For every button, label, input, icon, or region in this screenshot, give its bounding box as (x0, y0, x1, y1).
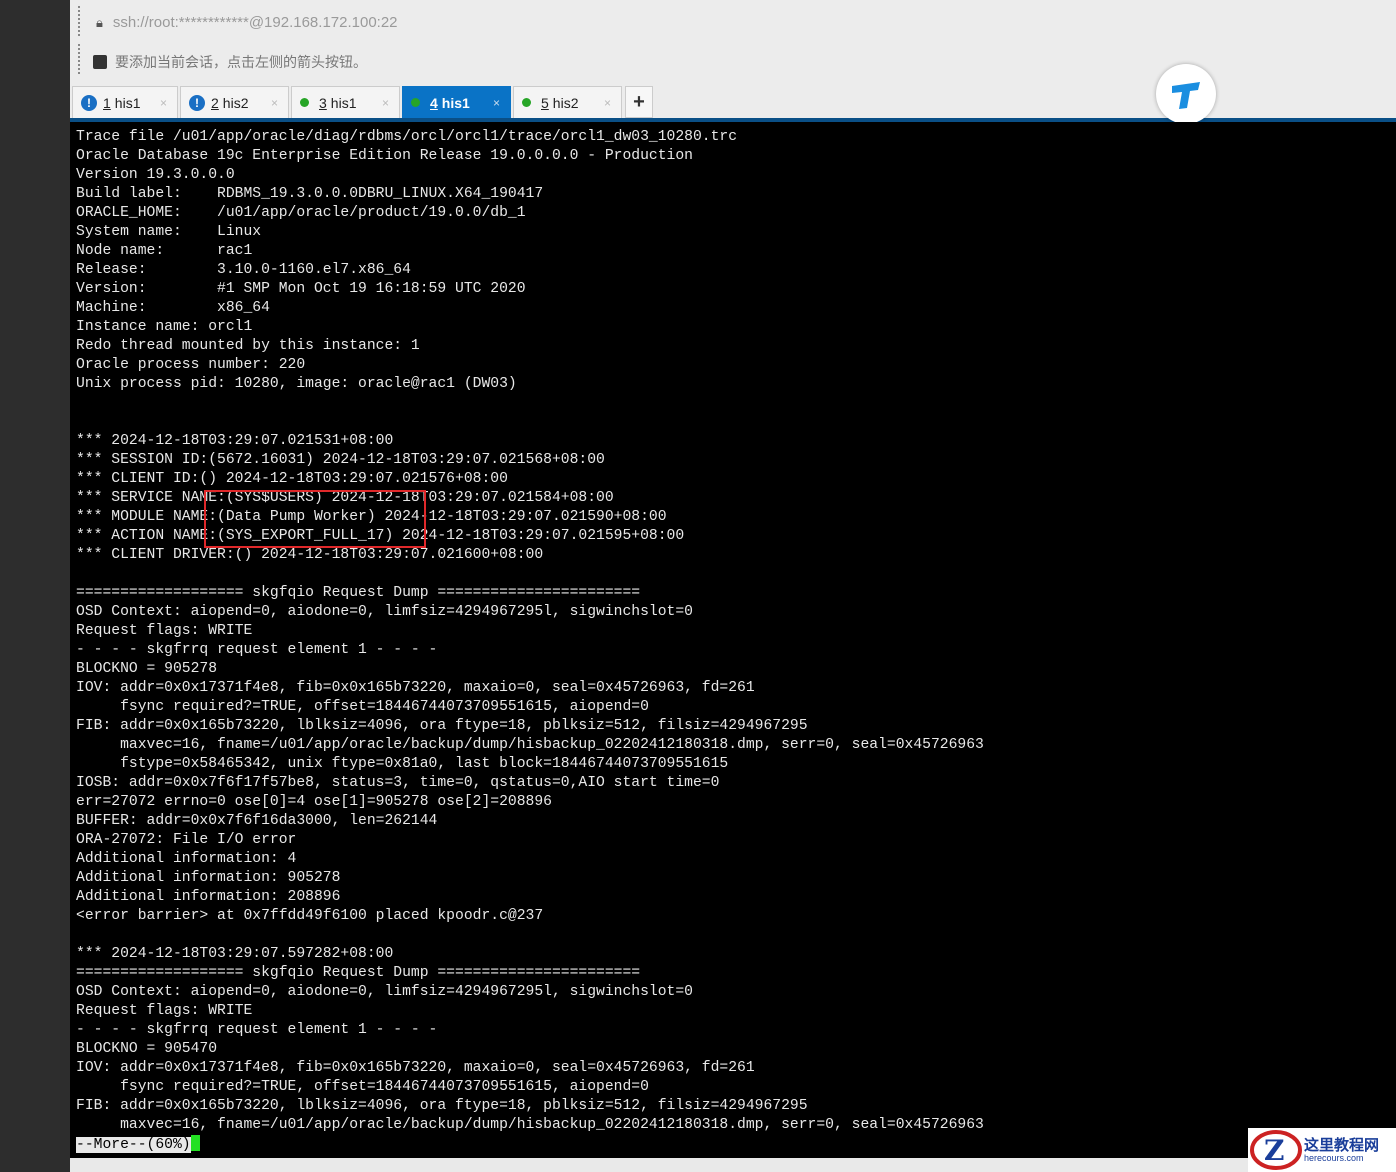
terminal-line: Instance name: orcl1 (76, 319, 253, 335)
tab-4-his1[interactable]: 4 his1 × (402, 86, 511, 118)
terminal-line: Trace file /u01/app/oracle/diag/rdbms/or… (76, 129, 738, 145)
terminal-line: Oracle process number: 220 (76, 357, 306, 373)
session-hint: 要添加当前会话，点击左侧的箭头按钮。 (93, 52, 367, 72)
terminal-line: Node name: rac1 (76, 243, 253, 259)
terminal-line: ORA-27072: File I/O error (76, 832, 297, 848)
terminal-line: fsync required?=TRUE, offset=18446744073… (76, 699, 649, 715)
address-bar[interactable]: 🔒︎ ssh://root:************@192.168.172.1… (96, 14, 398, 31)
highlight-box (204, 490, 426, 548)
terminal-cursor (190, 1135, 200, 1151)
terminal-line: Request flags: WRITE (76, 1003, 253, 1019)
warning-icon: ! (81, 94, 97, 111)
terminal-line: maxvec=16, fname=/u01/app/oracle/backup/… (76, 737, 984, 753)
terminal-line: Oracle Database 19c Enterprise Edition R… (76, 148, 693, 164)
terminal-line: fstype=0x58465342, unix ftype=0x81a0, la… (76, 756, 729, 772)
warning-icon: ! (189, 94, 205, 111)
terminal-line: Additional information: 208896 (76, 889, 341, 905)
more-prompt: --More--(60%) (76, 1137, 191, 1153)
status-bar (70, 1158, 1396, 1172)
terminal-line: Release: 3.10.0-1160.el7.x86_64 (76, 262, 411, 278)
terminal-line: OSD Context: aiopend=0, aiodone=0, limfs… (76, 604, 693, 620)
close-tab-icon[interactable]: × (493, 96, 500, 110)
tab-3-his1[interactable]: 3 his1 × (291, 86, 400, 118)
connected-status-icon (411, 98, 420, 107)
terminal-line: BLOCKNO = 905278 (76, 661, 218, 677)
terminal-line: *** CLIENT ID:() 2024-12-18T03:29:07.021… (76, 471, 508, 487)
address-url: ssh://root:************@192.168.172.100:… (112, 14, 398, 31)
tab-1-his1[interactable]: ! 1 his1 × (72, 86, 178, 118)
close-tab-icon[interactable]: × (160, 96, 167, 110)
tab-number: 1 (103, 94, 111, 111)
lock-icon: 🔒︎ (96, 14, 103, 30)
new-tab-button[interactable]: + (625, 86, 653, 118)
terminal-line: BLOCKNO = 905470 (76, 1041, 218, 1057)
terminal-line: =================== skgfqio Request Dump… (76, 965, 641, 981)
terminal-line: Unix process pid: 10280, image: oracle@r… (76, 376, 517, 392)
left-dark-panel (0, 0, 70, 1172)
svg-text:Z: Z (1264, 1134, 1284, 1167)
drag-handle[interactable] (78, 44, 82, 74)
tab-number: 2 (211, 94, 219, 111)
tab-number: 3 (319, 94, 327, 111)
terminal-line: Build label: RDBMS_19.3.0.0.0DBRU_LINUX.… (76, 186, 544, 202)
app-logo-icon[interactable] (1156, 64, 1216, 124)
close-tab-icon[interactable]: × (382, 96, 389, 110)
terminal-line: Version: #1 SMP Mon Oct 19 16:18:59 UTC … (76, 281, 526, 297)
terminal-line: IOSB: addr=0x0x7f6f17f57be8, status=3, t… (76, 775, 720, 791)
terminal-line: FIB: addr=0x0x165b73220, lblksiz=4096, o… (76, 718, 808, 734)
terminal-line: BUFFER: addr=0x0x7f6f16da3000, len=26214… (76, 813, 438, 829)
watermark-title: 这里教程网 (1304, 1136, 1380, 1154)
terminal-line: IOV: addr=0x0x17371f4e8, fib=0x0x165b732… (76, 1060, 755, 1076)
terminal-line: - - - - skgfrrq request element 1 - - - … (76, 642, 438, 658)
terminal-line: Additional information: 4 (76, 851, 297, 867)
close-tab-icon[interactable]: × (271, 96, 278, 110)
terminal-line: =================== skgfqio Request Dump… (76, 585, 641, 601)
tab-2-his2[interactable]: ! 2 his2 × (180, 86, 289, 118)
terminal-line: Request flags: WRITE (76, 623, 253, 639)
tab-label: his1 (114, 94, 141, 111)
terminal-line: *** CLIENT DRIVER:() 2024-12-18T03:29:07… (76, 547, 544, 563)
terminal-line: Additional information: 905278 (76, 870, 341, 886)
terminal-line: *** SESSION ID:(5672.16031) 2024-12-18T0… (76, 452, 605, 468)
terminal-line: OSD Context: aiopend=0, aiodone=0, limfs… (76, 984, 693, 1000)
terminal-line: System name: Linux (76, 224, 262, 240)
drag-handle[interactable] (78, 6, 82, 36)
tab-number: 4 (430, 94, 438, 111)
terminal-line: err=27072 errno=0 ose[0]=4 ose[1]=905278… (76, 794, 552, 810)
close-tab-icon[interactable]: × (604, 96, 611, 110)
terminal-line: Redo thread mounted by this instance: 1 (76, 338, 420, 354)
watermark: Z 这里教程网 herecours.com (1248, 1128, 1396, 1172)
connected-status-icon (300, 98, 309, 107)
terminal-line: Machine: x86_64 (76, 300, 270, 316)
terminal-line: - - - - skgfrrq request element 1 - - - … (76, 1022, 438, 1038)
terminal-line: *** 2024-12-18T03:29:07.021531+08:00 (76, 433, 394, 449)
tab-label: his1 (330, 94, 357, 111)
tab-label: his1 (441, 94, 470, 111)
terminal-line: <error barrier> at 0x7ffdd49f6100 placed… (76, 908, 544, 924)
add-session-arrow-icon[interactable] (93, 55, 107, 69)
terminal-line: ORACLE_HOME: /u01/app/oracle/product/19.… (76, 205, 526, 221)
terminal-line: *** 2024-12-18T03:29:07.597282+08:00 (76, 946, 394, 962)
terminal-line: maxvec=16, fname=/u01/app/oracle/backup/… (76, 1117, 984, 1133)
pager-line: --More--(60%) (76, 1135, 984, 1154)
terminal-line: IOV: addr=0x0x17371f4e8, fib=0x0x165b732… (76, 680, 755, 696)
tab-label: his2 (222, 94, 249, 111)
terminal[interactable]: Trace file /u01/app/oracle/diag/rdbms/or… (70, 122, 1396, 1158)
terminal-line: Version 19.3.0.0.0 (76, 167, 235, 183)
tab-label: his2 (552, 94, 579, 111)
terminal-output: Trace file /u01/app/oracle/diag/rdbms/or… (76, 128, 984, 1154)
tab-number: 5 (541, 94, 549, 111)
tab-5-his2[interactable]: 5 his2 × (513, 86, 622, 118)
hint-text: 要添加当前会话，点击左侧的箭头按钮。 (115, 54, 367, 70)
connected-status-icon (522, 98, 531, 107)
watermark-logo-icon: Z (1250, 1130, 1302, 1170)
terminal-line: FIB: addr=0x0x165b73220, lblksiz=4096, o… (76, 1098, 808, 1114)
terminal-line: fsync required?=TRUE, offset=18446744073… (76, 1079, 649, 1095)
watermark-url: herecours.com (1304, 1153, 1364, 1163)
